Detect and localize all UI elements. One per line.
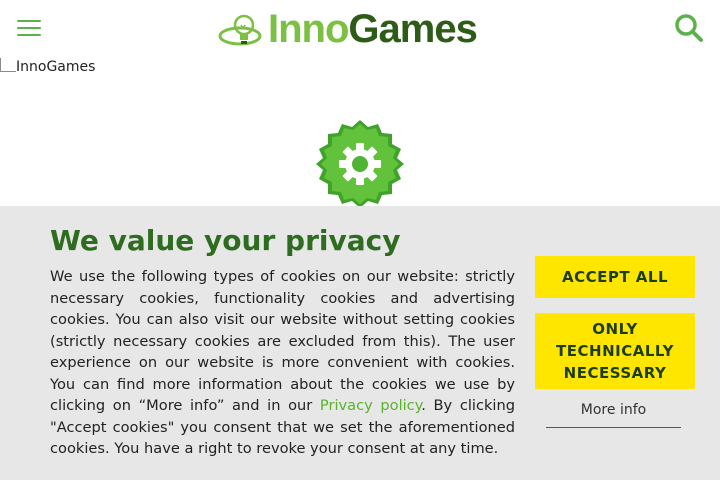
privacy-policy-link[interactable]: Privacy policy [320,397,421,414]
accept-all-button[interactable]: ACCEPT ALL [535,256,695,298]
lightbulb-logo-icon [218,14,262,46]
logo-wordmark: Inno Games [268,7,478,51]
only-necessary-button[interactable]: ONLY TECHNICALLY NECESSARY [535,313,695,389]
search-icon[interactable] [674,13,704,43]
site-header: Inno Games [0,0,720,58]
cookie-text-part-1: We use the following types of cookies on… [50,268,515,414]
hamburger-line [17,20,41,22]
broken-image: InnoGames [0,58,96,75]
hamburger-menu-icon[interactable] [17,20,41,36]
cookie-consent-banner: We value your privacy We use the followi… [0,206,720,480]
broken-image-icon [0,58,16,72]
cookie-banner-title: We value your privacy [50,224,401,257]
hamburger-line [17,27,41,29]
gear-icon [316,120,404,208]
broken-image-alt-text: InnoGames [16,59,96,75]
more-info-link[interactable]: More info [546,402,681,428]
innogames-logo[interactable]: Inno Games [218,7,478,51]
logo-inno-text: Inno [268,7,349,51]
hamburger-line [17,34,41,36]
logo-games-text: Games [348,7,477,51]
cookie-banner-text: We use the following types of cookies on… [50,266,515,460]
